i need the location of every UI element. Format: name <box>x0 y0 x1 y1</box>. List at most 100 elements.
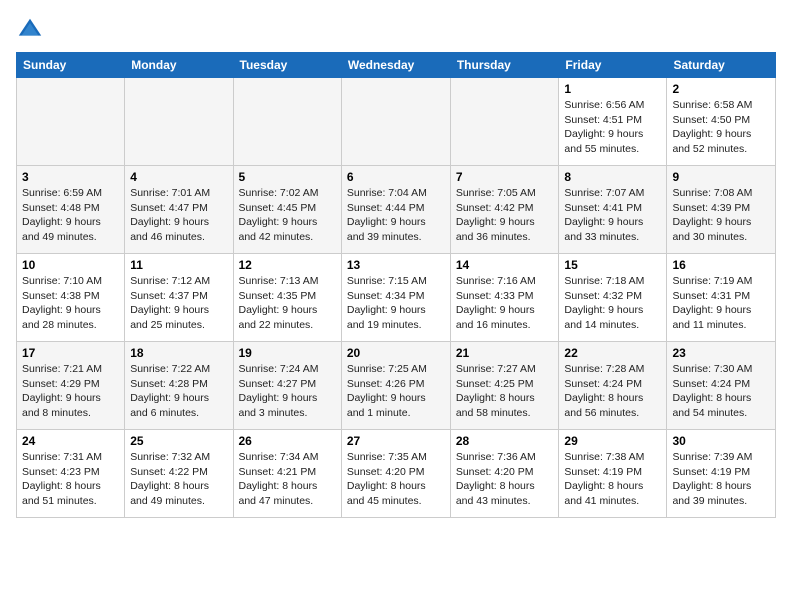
calendar-cell <box>450 78 559 166</box>
weekday-header-monday: Monday <box>125 53 233 78</box>
day-number: 10 <box>22 258 119 272</box>
day-info: Sunrise: 6:56 AM Sunset: 4:51 PM Dayligh… <box>564 98 661 157</box>
weekday-header-saturday: Saturday <box>667 53 776 78</box>
calendar-cell: 24 Sunrise: 7:31 AM Sunset: 4:23 PM Dayli… <box>17 430 125 518</box>
day-number: 15 <box>564 258 661 272</box>
calendar-cell: 25 Sunrise: 7:32 AM Sunset: 4:22 PM Dayli… <box>125 430 233 518</box>
day-number: 9 <box>672 170 770 184</box>
day-number: 2 <box>672 82 770 96</box>
day-info: Sunrise: 7:12 AM Sunset: 4:37 PM Dayligh… <box>130 274 227 333</box>
calendar-cell: 9 Sunrise: 7:08 AM Sunset: 4:39 PM Daylig… <box>667 166 776 254</box>
calendar-cell: 20Sunrise: 7:25 AM Sunset: 4:26 PM Dayli… <box>341 342 450 430</box>
day-info: Sunrise: 7:28 AM Sunset: 4:24 PM Dayligh… <box>564 362 661 421</box>
calendar-cell: 12 Sunrise: 7:13 AM Sunset: 4:35 PM Dayli… <box>233 254 341 342</box>
day-number: 7 <box>456 170 554 184</box>
day-info: Sunrise: 7:24 AM Sunset: 4:27 PM Dayligh… <box>239 362 336 421</box>
day-info: Sunrise: 7:04 AM Sunset: 4:44 PM Dayligh… <box>347 186 445 245</box>
calendar-cell: 16 Sunrise: 7:19 AM Sunset: 4:31 PM Dayli… <box>667 254 776 342</box>
calendar-table: SundayMondayTuesdayWednesdayThursdayFrid… <box>16 52 776 518</box>
day-info: Sunrise: 7:21 AM Sunset: 4:29 PM Dayligh… <box>22 362 119 421</box>
calendar-cell: 18Sunrise: 7:22 AM Sunset: 4:28 PM Dayli… <box>125 342 233 430</box>
calendar-cell: 10 Sunrise: 7:10 AM Sunset: 4:38 PM Dayli… <box>17 254 125 342</box>
calendar-cell: 11 Sunrise: 7:12 AM Sunset: 4:37 PM Dayli… <box>125 254 233 342</box>
day-info: Sunrise: 7:19 AM Sunset: 4:31 PM Dayligh… <box>672 274 770 333</box>
day-number: 1 <box>564 82 661 96</box>
week-row-4: 17Sunrise: 7:21 AM Sunset: 4:29 PM Dayli… <box>17 342 776 430</box>
day-info: Sunrise: 7:30 AM Sunset: 4:24 PM Dayligh… <box>672 362 770 421</box>
calendar-cell: 7 Sunrise: 7:05 AM Sunset: 4:42 PM Daylig… <box>450 166 559 254</box>
calendar-body: 1 Sunrise: 6:56 AM Sunset: 4:51 PM Daylig… <box>17 78 776 518</box>
day-number: 29 <box>564 434 661 448</box>
day-number: 8 <box>564 170 661 184</box>
day-info: Sunrise: 6:58 AM Sunset: 4:50 PM Dayligh… <box>672 98 770 157</box>
day-info: Sunrise: 7:13 AM Sunset: 4:35 PM Dayligh… <box>239 274 336 333</box>
calendar-cell: 6 Sunrise: 7:04 AM Sunset: 4:44 PM Daylig… <box>341 166 450 254</box>
day-number: 16 <box>672 258 770 272</box>
calendar-cell: 28 Sunrise: 7:36 AM Sunset: 4:20 PM Dayli… <box>450 430 559 518</box>
day-number: 30 <box>672 434 770 448</box>
day-number: 18 <box>130 346 227 360</box>
day-number: 26 <box>239 434 336 448</box>
day-info: Sunrise: 7:25 AM Sunset: 4:26 PM Dayligh… <box>347 362 445 421</box>
calendar-cell <box>233 78 341 166</box>
calendar-cell: 17Sunrise: 7:21 AM Sunset: 4:29 PM Dayli… <box>17 342 125 430</box>
weekday-header-wednesday: Wednesday <box>341 53 450 78</box>
day-number: 13 <box>347 258 445 272</box>
logo-icon <box>16 16 44 44</box>
day-info: Sunrise: 7:36 AM Sunset: 4:20 PM Dayligh… <box>456 450 554 509</box>
day-info: Sunrise: 7:05 AM Sunset: 4:42 PM Dayligh… <box>456 186 554 245</box>
day-info: Sunrise: 7:32 AM Sunset: 4:22 PM Dayligh… <box>130 450 227 509</box>
calendar-cell: 21 Sunrise: 7:27 AM Sunset: 4:25 PM Dayli… <box>450 342 559 430</box>
calendar-cell: 2 Sunrise: 6:58 AM Sunset: 4:50 PM Daylig… <box>667 78 776 166</box>
day-info: Sunrise: 7:02 AM Sunset: 4:45 PM Dayligh… <box>239 186 336 245</box>
calendar-cell: 4Sunrise: 7:01 AM Sunset: 4:47 PM Daylig… <box>125 166 233 254</box>
week-row-2: 3 Sunrise: 6:59 AM Sunset: 4:48 PM Daylig… <box>17 166 776 254</box>
calendar-cell: 23Sunrise: 7:30 AM Sunset: 4:24 PM Dayli… <box>667 342 776 430</box>
day-info: Sunrise: 7:31 AM Sunset: 4:23 PM Dayligh… <box>22 450 119 509</box>
day-number: 25 <box>130 434 227 448</box>
calendar-cell: 1 Sunrise: 6:56 AM Sunset: 4:51 PM Daylig… <box>559 78 667 166</box>
day-info: Sunrise: 7:39 AM Sunset: 4:19 PM Dayligh… <box>672 450 770 509</box>
week-row-3: 10 Sunrise: 7:10 AM Sunset: 4:38 PM Dayli… <box>17 254 776 342</box>
day-number: 22 <box>564 346 661 360</box>
day-number: 5 <box>239 170 336 184</box>
weekday-header-friday: Friday <box>559 53 667 78</box>
day-info: Sunrise: 7:18 AM Sunset: 4:32 PM Dayligh… <box>564 274 661 333</box>
calendar-cell: 14 Sunrise: 7:16 AM Sunset: 4:33 PM Dayli… <box>450 254 559 342</box>
calendar-cell: 5 Sunrise: 7:02 AM Sunset: 4:45 PM Daylig… <box>233 166 341 254</box>
day-info: Sunrise: 7:07 AM Sunset: 4:41 PM Dayligh… <box>564 186 661 245</box>
day-number: 27 <box>347 434 445 448</box>
week-row-5: 24 Sunrise: 7:31 AM Sunset: 4:23 PM Dayli… <box>17 430 776 518</box>
calendar-cell: 29 Sunrise: 7:38 AM Sunset: 4:19 PM Dayli… <box>559 430 667 518</box>
calendar-cell: 3 Sunrise: 6:59 AM Sunset: 4:48 PM Daylig… <box>17 166 125 254</box>
day-info: Sunrise: 7:01 AM Sunset: 4:47 PM Dayligh… <box>130 186 227 245</box>
weekday-header-sunday: Sunday <box>17 53 125 78</box>
day-number: 21 <box>456 346 554 360</box>
day-number: 24 <box>22 434 119 448</box>
day-number: 3 <box>22 170 119 184</box>
day-number: 12 <box>239 258 336 272</box>
calendar-cell: 8 Sunrise: 7:07 AM Sunset: 4:41 PM Daylig… <box>559 166 667 254</box>
day-info: Sunrise: 7:15 AM Sunset: 4:34 PM Dayligh… <box>347 274 445 333</box>
day-number: 14 <box>456 258 554 272</box>
calendar-cell <box>341 78 450 166</box>
day-info: Sunrise: 7:10 AM Sunset: 4:38 PM Dayligh… <box>22 274 119 333</box>
day-number: 11 <box>130 258 227 272</box>
calendar-cell <box>125 78 233 166</box>
calendar-cell: 22 Sunrise: 7:28 AM Sunset: 4:24 PM Dayli… <box>559 342 667 430</box>
day-info: Sunrise: 7:34 AM Sunset: 4:21 PM Dayligh… <box>239 450 336 509</box>
weekday-header-tuesday: Tuesday <box>233 53 341 78</box>
day-info: Sunrise: 7:38 AM Sunset: 4:19 PM Dayligh… <box>564 450 661 509</box>
day-info: Sunrise: 7:35 AM Sunset: 4:20 PM Dayligh… <box>347 450 445 509</box>
calendar-header: SundayMondayTuesdayWednesdayThursdayFrid… <box>17 53 776 78</box>
day-info: Sunrise: 6:59 AM Sunset: 4:48 PM Dayligh… <box>22 186 119 245</box>
calendar-cell: 19Sunrise: 7:24 AM Sunset: 4:27 PM Dayli… <box>233 342 341 430</box>
calendar-cell: 13 Sunrise: 7:15 AM Sunset: 4:34 PM Dayli… <box>341 254 450 342</box>
day-info: Sunrise: 7:27 AM Sunset: 4:25 PM Dayligh… <box>456 362 554 421</box>
weekday-header-thursday: Thursday <box>450 53 559 78</box>
day-number: 28 <box>456 434 554 448</box>
day-info: Sunrise: 7:16 AM Sunset: 4:33 PM Dayligh… <box>456 274 554 333</box>
calendar-cell: 27 Sunrise: 7:35 AM Sunset: 4:20 PM Dayli… <box>341 430 450 518</box>
day-info: Sunrise: 7:08 AM Sunset: 4:39 PM Dayligh… <box>672 186 770 245</box>
day-number: 6 <box>347 170 445 184</box>
